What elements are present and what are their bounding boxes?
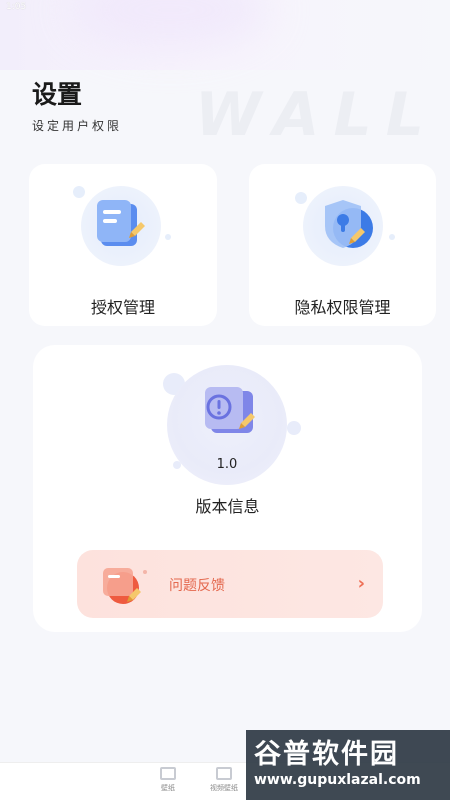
site-watermark-title: 谷普软件园 xyxy=(254,739,399,770)
decor-dot xyxy=(389,234,395,240)
image-icon xyxy=(160,767,176,780)
video-icon xyxy=(216,767,232,780)
page-title: 设置 xyxy=(32,80,83,109)
auth-management-label: 授权管理 xyxy=(90,298,155,317)
site-watermark-url: www.gupuxlazal.com xyxy=(254,772,421,788)
document-edit-icon xyxy=(81,186,161,266)
feedback-button[interactable]: 问题反馈 › xyxy=(77,550,383,618)
version-badge: 1.0 xyxy=(167,365,287,485)
chevron-right-icon: › xyxy=(357,573,365,594)
tab-wallpaper-label: 壁纸 xyxy=(161,784,175,792)
feedback-note-icon xyxy=(103,568,147,604)
tab-wallpaper[interactable]: 壁纸 xyxy=(143,767,193,793)
privacy-management-card[interactable]: 隐私权限管理 xyxy=(249,164,436,326)
tab-video-wallpaper[interactable]: 视频壁纸 xyxy=(199,767,249,793)
version-info-card: 1.0 版本信息 问题反馈 › xyxy=(33,345,422,632)
version-info-label: 版本信息 xyxy=(195,497,260,516)
shield-lock-icon xyxy=(303,186,383,266)
status-time: 1:05 xyxy=(6,2,27,12)
page-subtitle: 设定用户权限 xyxy=(32,119,123,133)
feedback-label: 问题反馈 xyxy=(169,578,225,594)
decor-dot xyxy=(165,234,171,240)
header-watermark: WALL xyxy=(195,80,438,150)
info-alert-icon xyxy=(205,387,255,433)
auth-management-card[interactable]: 授权管理 xyxy=(29,164,217,326)
site-watermark: 谷普软件园 www.gupuxlazal.com xyxy=(246,730,450,800)
tab-video-wallpaper-label: 视频壁纸 xyxy=(210,784,238,792)
decor-dot xyxy=(287,421,301,435)
privacy-management-label: 隐私权限管理 xyxy=(294,298,391,317)
version-number: 1.0 xyxy=(216,457,238,472)
